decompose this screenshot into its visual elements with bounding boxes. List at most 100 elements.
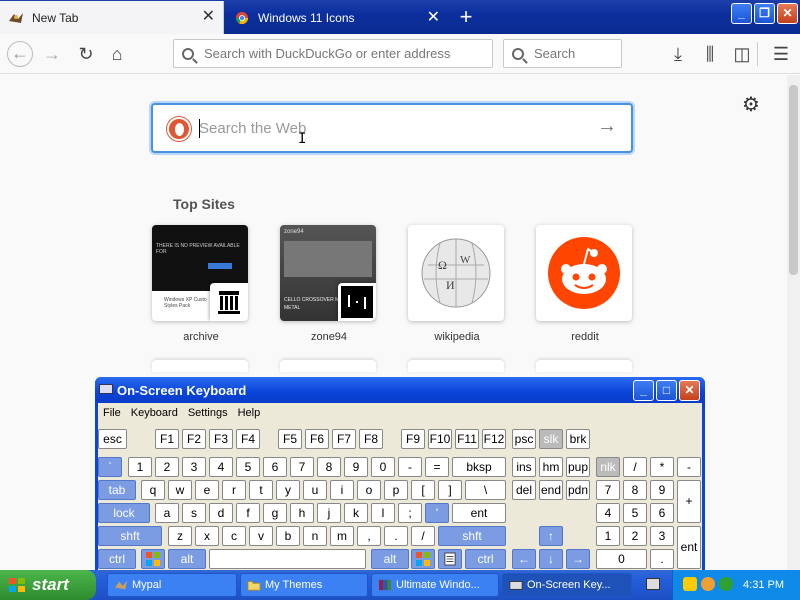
task-my-themes[interactable]: My Themes [240,573,368,597]
key-right-alt[interactable]: alt [371,549,409,569]
key-i[interactable]: i [330,480,354,500]
key-slash[interactable]: / [411,526,435,546]
task-mypal[interactable]: Mypal [107,573,237,597]
key-f11[interactable]: F11 [455,429,479,449]
clock[interactable]: 4:31 PM [743,579,784,591]
key-right-shift[interactable]: shft [438,526,506,546]
key-backspace[interactable]: bksp [452,457,506,477]
key-num-star[interactable]: * [650,457,674,477]
key-num-slash[interactable]: / [623,457,647,477]
key-v[interactable]: v [249,526,273,546]
key-f10[interactable]: F10 [428,429,452,449]
menu-help[interactable]: Help [233,407,266,419]
key-psc[interactable]: psc [512,429,536,449]
library-icon[interactable]: ⫼ [698,42,722,66]
key-9[interactable]: 9 [344,457,368,477]
menu-icon[interactable]: ☰ [769,42,793,66]
key-num-9[interactable]: 9 [650,480,674,500]
search-bar[interactable]: Search [503,39,622,68]
key-ins[interactable]: ins [512,457,536,477]
key-n[interactable]: n [303,526,327,546]
key-z[interactable]: z [168,526,192,546]
key-capslock[interactable]: lock [98,503,150,523]
new-tab-button[interactable]: + [452,4,480,30]
key-g[interactable]: g [263,503,287,523]
key-f9[interactable]: F9 [401,429,425,449]
key-space[interactable] [209,549,366,569]
key-period[interactable]: . [384,526,408,546]
key-tab[interactable]: tab [98,480,136,500]
key-f6[interactable]: F6 [305,429,329,449]
key-num-enter[interactable]: ent [677,526,701,569]
key-a[interactable]: a [155,503,179,523]
key-up-arrow[interactable]: ↑ [539,526,563,546]
close-tab-icon[interactable]: ✕ [202,9,215,25]
restore-button[interactable]: ❐ [754,3,775,24]
key-end[interactable]: end [539,480,563,500]
top-site-zone94[interactable]: zone94 CELLO CROSSOVER MIN METAL zone94 [280,225,378,343]
key-left-ctrl[interactable]: ctrl [98,549,136,569]
tab-new-tab[interactable]: New Tab ✕ [0,1,224,34]
menu-keyboard[interactable]: Keyboard [126,407,183,419]
key-f5[interactable]: F5 [278,429,302,449]
key-pgup[interactable]: pup [566,457,590,477]
page-scrollbar[interactable] [787,75,800,570]
key-left-shift[interactable]: shft [98,526,162,546]
key-x[interactable]: x [195,526,219,546]
key-minus[interactable]: - [398,457,422,477]
key-f12[interactable]: F12 [482,429,506,449]
menu-settings[interactable]: Settings [183,407,233,419]
tab-windows-11-icons[interactable]: Windows 11 Icons ✕ [226,2,448,34]
home-icon[interactable]: ⌂ [105,42,129,66]
sidebar-icon[interactable]: ◫ [730,42,754,66]
key-c[interactable]: c [222,526,246,546]
minimize-button[interactable]: _ [731,3,752,24]
key-f7[interactable]: F7 [332,429,356,449]
key-home[interactable]: hm [539,457,563,477]
key-semicolon[interactable]: ; [398,503,422,523]
close-window-button[interactable]: ✕ [777,3,798,24]
key-num-3[interactable]: 3 [650,526,674,546]
key-right-arrow[interactable]: → [566,549,590,569]
key-num-dot[interactable]: . [650,549,674,569]
top-site-archive[interactable]: THERE IS NO PREVIEW AVAILABLE FOR Window… [152,225,250,343]
key-l[interactable]: l [371,503,395,523]
key-h[interactable]: h [290,503,314,523]
close-tab-icon[interactable]: ✕ [427,10,440,26]
key-brk[interactable]: brk [566,429,590,449]
menu-file[interactable]: File [98,407,126,419]
key-down-arrow[interactable]: ↓ [539,549,563,569]
key-equals[interactable]: = [425,457,449,477]
key-1[interactable]: 1 [128,457,152,477]
key-pgdn[interactable]: pdn [566,480,590,500]
key-comma[interactable]: , [357,526,381,546]
key-d[interactable]: d [209,503,233,523]
key-num-0[interactable]: 0 [596,549,647,569]
key-6[interactable]: 6 [263,457,287,477]
search-tray-icon[interactable] [701,577,715,591]
key-b[interactable]: b [276,526,300,546]
address-bar[interactable]: Search with DuckDuckGo or enter address [173,39,493,68]
key-7[interactable]: 7 [290,457,314,477]
key-k[interactable]: k [344,503,368,523]
key-q[interactable]: q [141,480,165,500]
key-quote[interactable]: ' [425,503,449,523]
key-e[interactable]: e [195,480,219,500]
download-icon[interactable]: ⤓ [666,42,690,66]
key-s[interactable]: s [182,503,206,523]
key-o[interactable]: o [357,480,381,500]
key-m[interactable]: m [330,526,354,546]
key-num-6[interactable]: 6 [650,503,674,523]
scroll-thumb[interactable] [789,85,798,275]
key-left-arrow[interactable]: ← [512,549,536,569]
key-3[interactable]: 3 [182,457,206,477]
key-num-1[interactable]: 1 [596,526,620,546]
key-f8[interactable]: F8 [359,429,383,449]
reload-icon[interactable]: ↻ [74,42,98,66]
key-backslash[interactable]: \ [465,480,506,500]
gear-icon[interactable]: ⚙ [742,92,760,117]
key-u[interactable]: u [303,480,327,500]
key-lbracket[interactable]: [ [411,480,435,500]
key-slk[interactable]: slk [539,429,563,449]
key-num-7[interactable]: 7 [596,480,620,500]
